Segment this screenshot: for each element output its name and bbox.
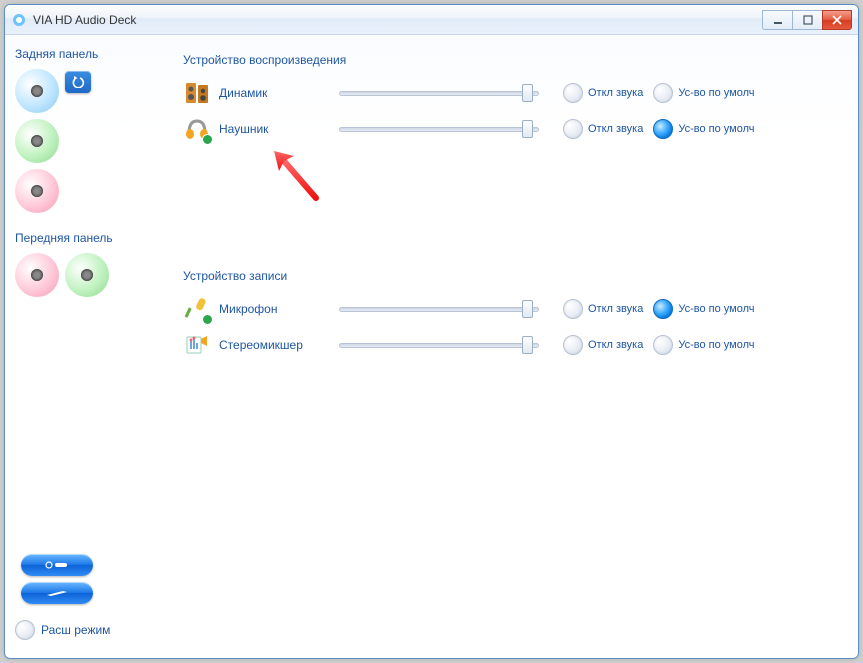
- speaker-icon: [183, 79, 211, 107]
- playback-section: Устройство воспроизведения Динамик Откл …: [183, 53, 844, 145]
- mute-option[interactable]: Откл звука: [563, 299, 643, 319]
- maximize-button[interactable]: [792, 10, 822, 30]
- mute-radio[interactable]: [563, 335, 583, 355]
- default-option[interactable]: Ус-во по умолч: [653, 299, 754, 319]
- device-row-speaker: Динамик Откл звука Ус-во по умолч: [183, 77, 844, 109]
- extended-mode-label: Расш режим: [41, 623, 110, 637]
- mute-label: Откл звука: [588, 303, 643, 315]
- rear-port-2[interactable]: [15, 119, 59, 163]
- device-name: Микрофон: [219, 302, 339, 316]
- app-icon: [11, 12, 27, 28]
- recording-title: Устройство записи: [183, 269, 844, 283]
- rear-port-1[interactable]: [15, 69, 59, 113]
- mute-option[interactable]: Откл звука: [563, 335, 643, 355]
- default-option[interactable]: Ус-во по умолч: [653, 119, 754, 139]
- mute-option[interactable]: Откл звука: [563, 119, 643, 139]
- front-panel-label: Передняя панель: [15, 231, 165, 245]
- device-name: Стереомикшер: [219, 338, 339, 352]
- default-label: Ус-во по умолч: [678, 303, 754, 315]
- active-badge-icon: [202, 134, 213, 145]
- device-name: Наушник: [219, 122, 339, 136]
- default-option[interactable]: Ус-во по умолч: [653, 83, 754, 103]
- default-label: Ус-во по умолч: [678, 123, 754, 135]
- window-title: VIA HD Audio Deck: [33, 13, 756, 27]
- front-port-2[interactable]: [65, 253, 109, 297]
- back-button[interactable]: [65, 71, 91, 93]
- recording-section: Устройство записи Микрофон Откл звука Ус…: [183, 269, 844, 361]
- client-area: Задняя панель Передняя панель: [5, 35, 858, 658]
- app-window: VIA HD Audio Deck Задняя панель Передняя…: [4, 4, 859, 659]
- sidebar: Задняя панель Передняя панель: [5, 35, 175, 658]
- default-radio[interactable]: [653, 299, 673, 319]
- playback-title: Устройство воспроизведения: [183, 53, 844, 67]
- default-radio[interactable]: [653, 335, 673, 355]
- volume-slider[interactable]: [339, 302, 539, 316]
- default-label: Ус-во по умолч: [678, 87, 754, 99]
- device-name: Динамик: [219, 86, 339, 100]
- mute-option[interactable]: Откл звука: [563, 83, 643, 103]
- device-row-stereomix: Стереомикшер Откл звука Ус-во по умолч: [183, 329, 844, 361]
- rear-panel-label: Задняя панель: [15, 47, 165, 61]
- active-badge-icon: [202, 314, 213, 325]
- mute-label: Откл звука: [588, 339, 643, 351]
- minimize-button[interactable]: [762, 10, 792, 30]
- headphone-icon: [183, 115, 211, 143]
- default-radio[interactable]: [653, 119, 673, 139]
- mute-radio[interactable]: [563, 83, 583, 103]
- rear-port-3[interactable]: [15, 169, 59, 213]
- tool-button-2[interactable]: [21, 582, 93, 604]
- extended-mode-radio[interactable]: [15, 620, 35, 640]
- device-row-headphone: Наушник Откл звука Ус-во по умолч: [183, 113, 844, 145]
- stereomix-icon: [183, 331, 211, 359]
- microphone-icon: [183, 295, 211, 323]
- volume-slider[interactable]: [339, 122, 539, 136]
- default-label: Ус-во по умолч: [678, 339, 754, 351]
- titlebar[interactable]: VIA HD Audio Deck: [5, 5, 858, 35]
- volume-slider[interactable]: [339, 86, 539, 100]
- default-radio[interactable]: [653, 83, 673, 103]
- main-panel: Устройство воспроизведения Динамик Откл …: [175, 35, 858, 658]
- mute-label: Откл звука: [588, 87, 643, 99]
- window-controls: [762, 10, 852, 30]
- mute-radio[interactable]: [563, 119, 583, 139]
- volume-slider[interactable]: [339, 338, 539, 352]
- default-option[interactable]: Ус-во по умолч: [653, 335, 754, 355]
- mute-label: Откл звука: [588, 123, 643, 135]
- device-row-microphone: Микрофон Откл звука Ус-во по умолч: [183, 293, 844, 325]
- extended-mode-toggle[interactable]: Расш режим: [15, 620, 110, 640]
- tool-button-1[interactable]: [21, 554, 93, 576]
- close-button[interactable]: [822, 10, 852, 30]
- front-port-1[interactable]: [15, 253, 59, 297]
- mute-radio[interactable]: [563, 299, 583, 319]
- toolbar-buttons: [21, 554, 93, 604]
